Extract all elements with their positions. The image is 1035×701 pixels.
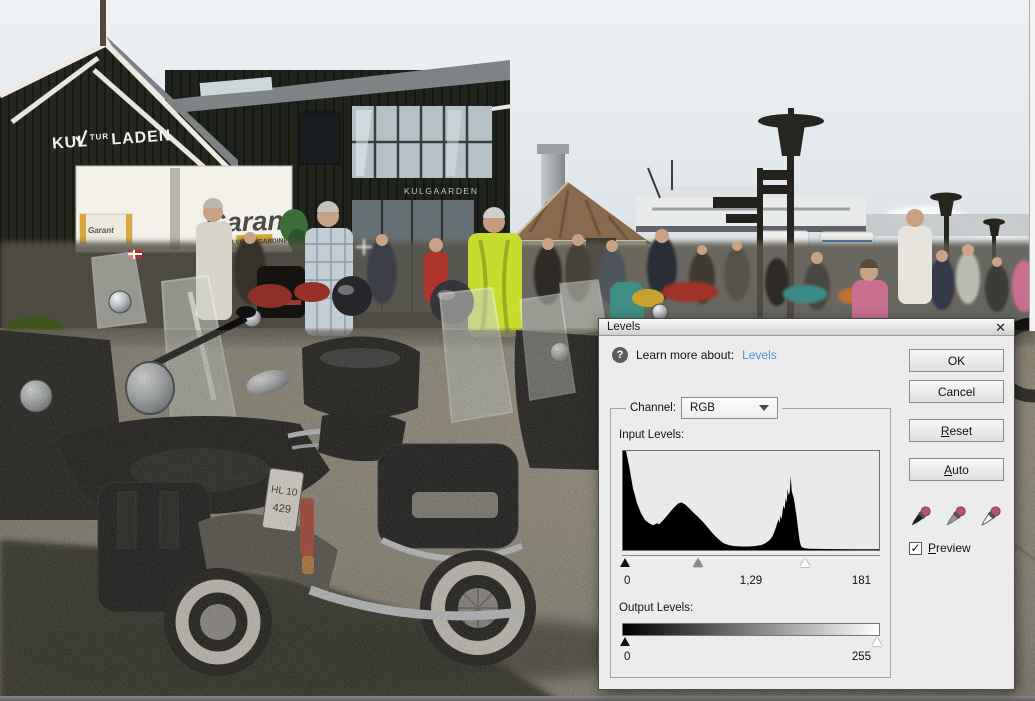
garant-truck: Garant Garant FOR GULVE OG GARDINER: [76, 166, 308, 252]
chevron-down-icon: [759, 405, 769, 411]
input-levels-label: Input Levels:: [619, 429, 684, 441]
input-highlight-slider[interactable]: [800, 558, 810, 567]
output-shadow-value: 0: [624, 651, 630, 663]
input-highlight-value: 181: [852, 575, 871, 587]
input-shadow-value: 0: [624, 575, 630, 587]
levels-dialog: Levels ✕ ? Learn more about: Levels Chan…: [598, 318, 1015, 690]
cancel-button[interactable]: Cancel: [909, 380, 1004, 403]
workspace-edge-strip: [1029, 0, 1035, 331]
preview-row: ✓ Preview: [909, 541, 971, 555]
output-levels-label: Output Levels:: [619, 602, 693, 614]
channel-select[interactable]: RGB: [681, 397, 778, 419]
dialog-titlebar[interactable]: Levels ✕: [599, 319, 1014, 336]
channel-row: Channel: RGB: [626, 397, 782, 419]
histogram-area: [623, 451, 879, 550]
screenshot-root: KULGAARDEN KULTURLADEN Garant Garant FOR…: [0, 0, 1035, 701]
input-values: 0 1,29 181: [622, 575, 880, 589]
black-point-eyedropper-icon[interactable]: [905, 503, 935, 531]
reset-button[interactable]: Reset: [909, 419, 1004, 442]
output-gradient-bar: [622, 623, 880, 636]
input-gamma-value: 1,29: [740, 575, 762, 587]
gray-point-eyedropper-icon[interactable]: [940, 503, 970, 531]
output-highlight-slider[interactable]: [872, 637, 882, 646]
input-gamma-slider[interactable]: [693, 558, 703, 567]
dialog-title: Levels: [607, 321, 640, 333]
input-slider-track: [622, 555, 880, 559]
window-bottom-edge: [0, 696, 1035, 701]
channel-value: RGB: [690, 402, 715, 414]
levels-help-link[interactable]: Levels: [742, 348, 777, 362]
channel-label: Channel:: [630, 402, 676, 414]
close-icon[interactable]: ✕: [995, 321, 1006, 334]
eyedropper-row: [905, 503, 1005, 531]
preview-label[interactable]: Preview: [928, 541, 971, 555]
white-point-eyedropper-icon[interactable]: [975, 503, 1005, 531]
kulgaarden-sign: KULGAARDEN: [404, 186, 479, 196]
help-text: Learn more about:: [636, 348, 734, 362]
input-shadow-slider[interactable]: [620, 558, 630, 567]
histogram: [622, 450, 880, 551]
ok-button[interactable]: OK: [909, 349, 1004, 372]
help-icon: ?: [612, 347, 628, 363]
preview-checkbox[interactable]: ✓: [909, 542, 922, 555]
output-values: 0 255: [622, 651, 880, 665]
help-row: ? Learn more about: Levels: [612, 347, 777, 363]
output-shadow-slider[interactable]: [620, 637, 630, 646]
output-highlight-value: 255: [852, 651, 871, 663]
garant-small-sign: Garant: [88, 226, 114, 235]
auto-button[interactable]: Auto: [909, 458, 1004, 481]
